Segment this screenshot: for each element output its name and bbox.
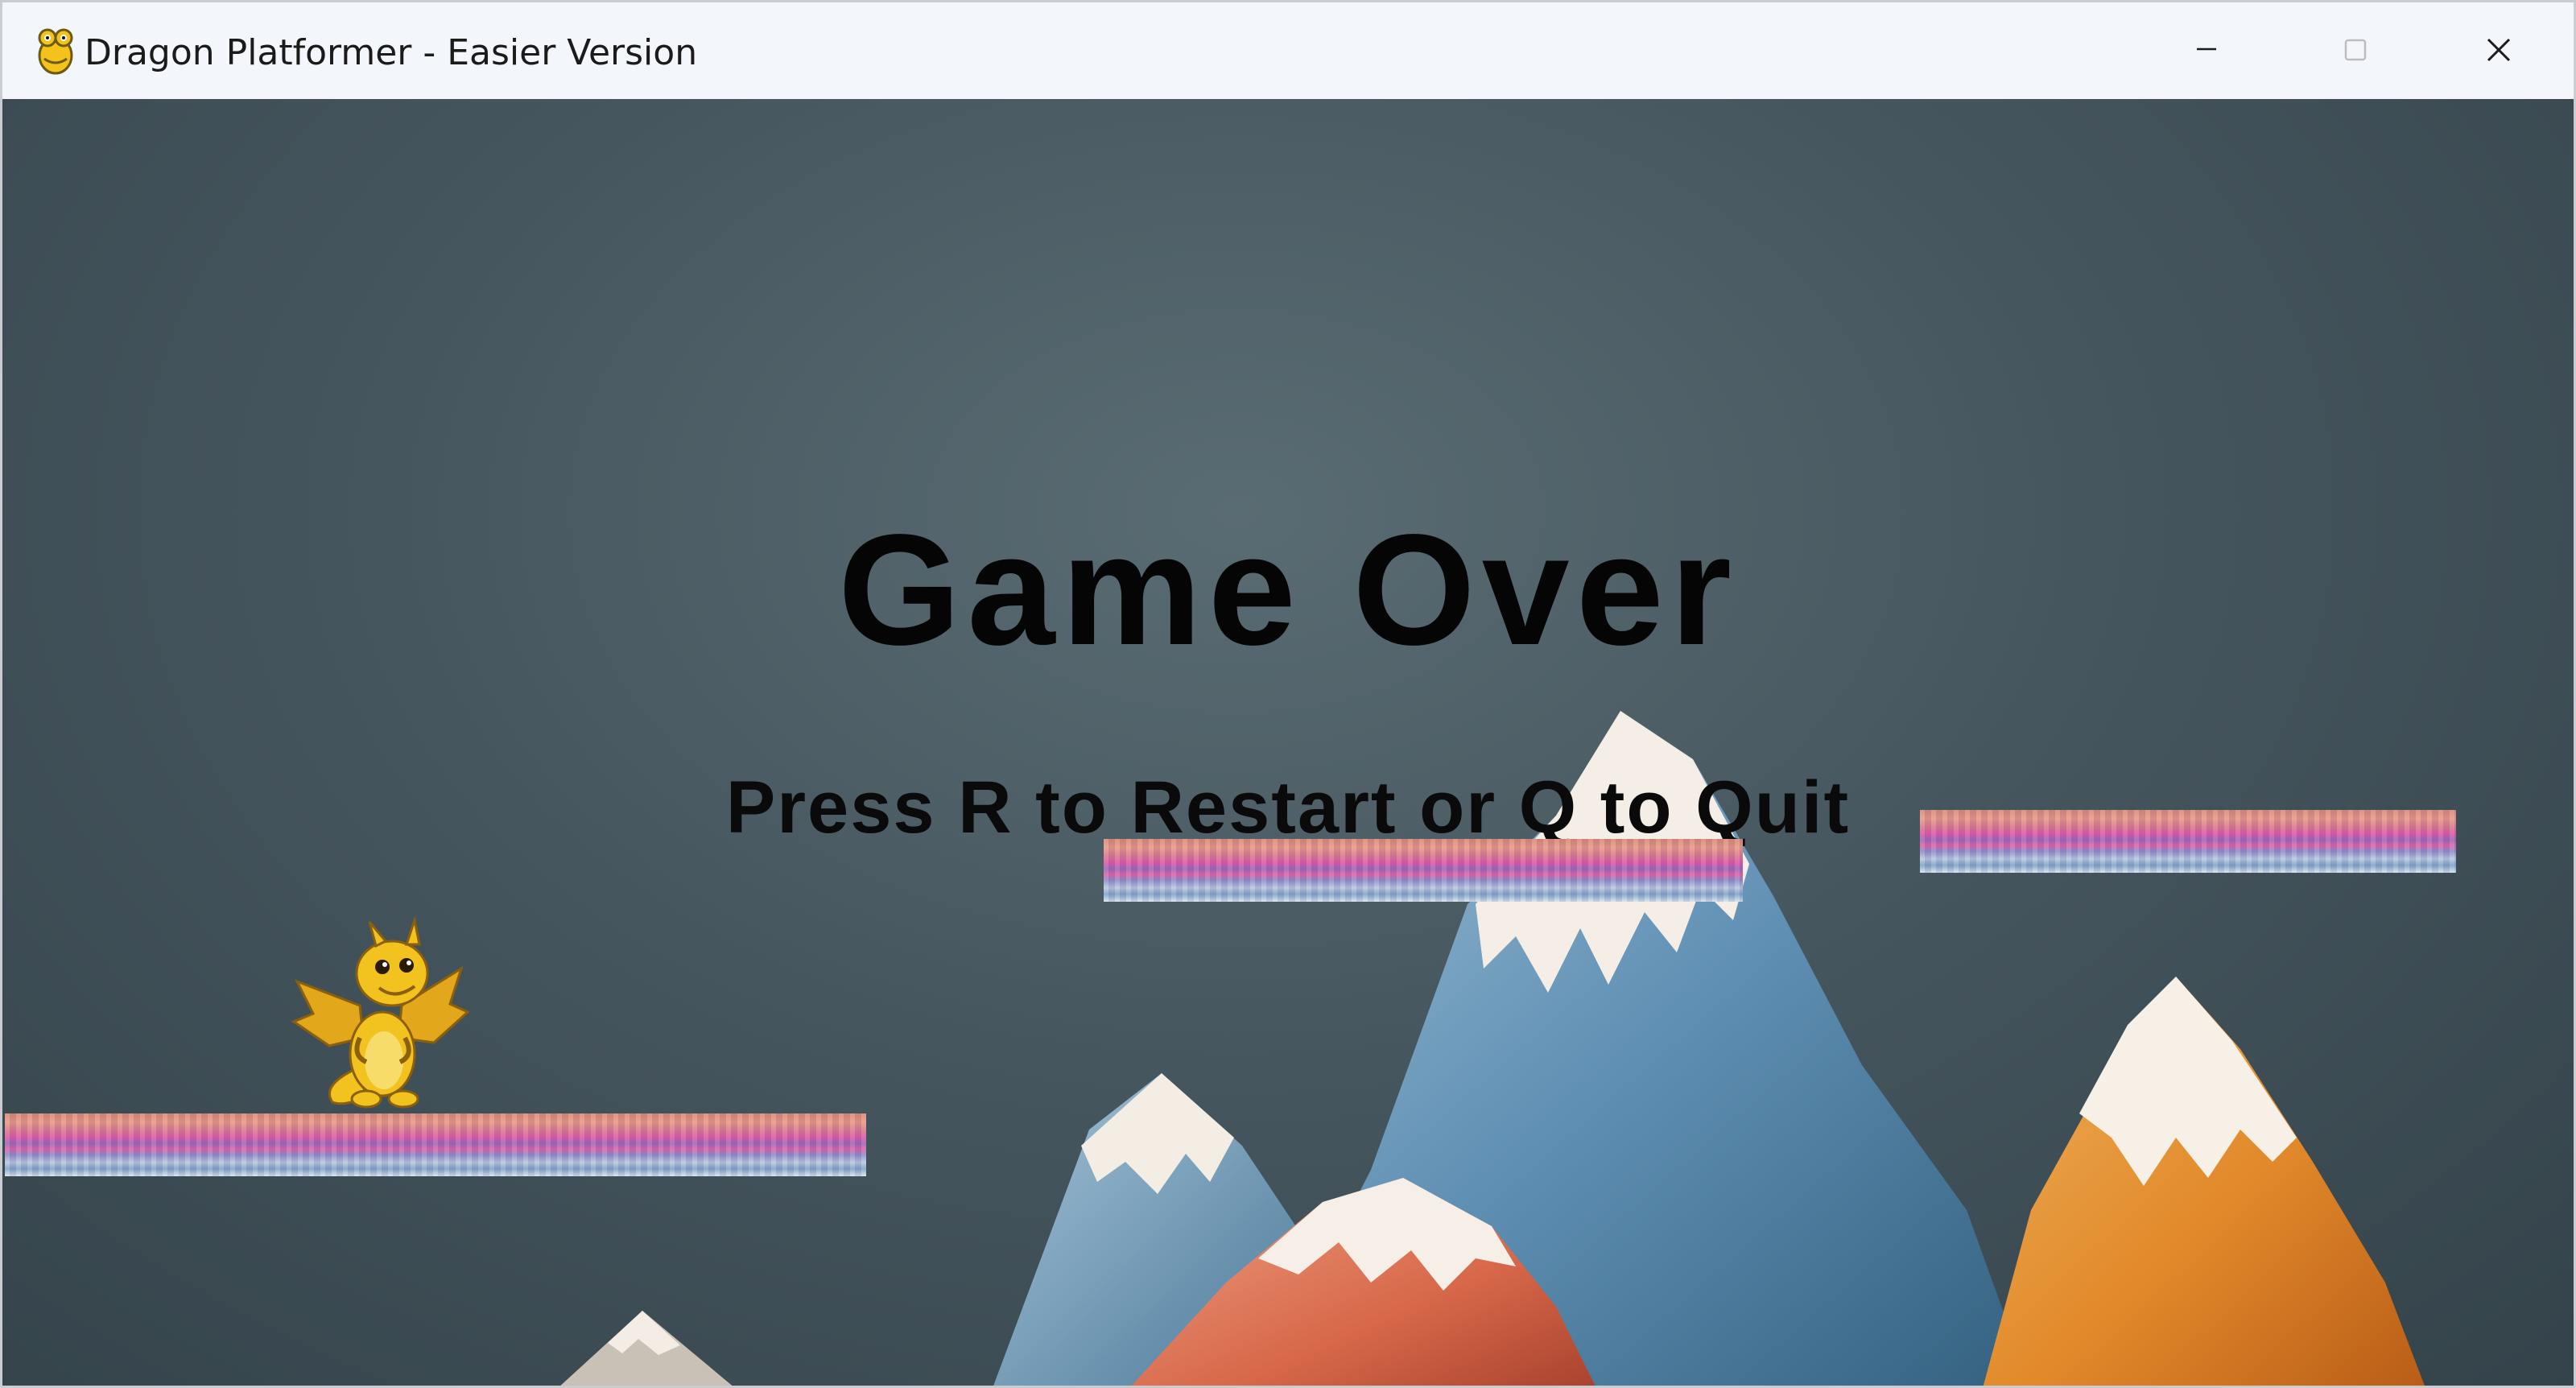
- title-bar[interactable]: Dragon Platformer - Easier Version: [2, 2, 2574, 99]
- platform-right: [1920, 810, 2456, 873]
- game-over-heading: Game Over: [838, 502, 1738, 678]
- close-icon: [2487, 38, 2511, 62]
- minimize-icon: [2197, 48, 2216, 51]
- window-title: Dragon Platformer - Easier Version: [85, 32, 698, 73]
- mountain-background: [560, 711, 2425, 1386]
- maximize-button[interactable]: [2281, 2, 2430, 99]
- minimize-button[interactable]: [2131, 2, 2281, 99]
- game-window: Dragon Platformer - Easier Version Game …: [0, 0, 2576, 1388]
- game-canvas[interactable]: Game Over Press R to Restart or Q to Qui…: [2, 99, 2574, 1386]
- platform-left: [5, 1113, 866, 1176]
- maximize-icon: [2344, 39, 2367, 61]
- app-icon: [30, 23, 81, 76]
- platform-middle: [1104, 839, 1743, 902]
- dragon-player: [289, 915, 470, 1110]
- close-button[interactable]: [2424, 2, 2574, 99]
